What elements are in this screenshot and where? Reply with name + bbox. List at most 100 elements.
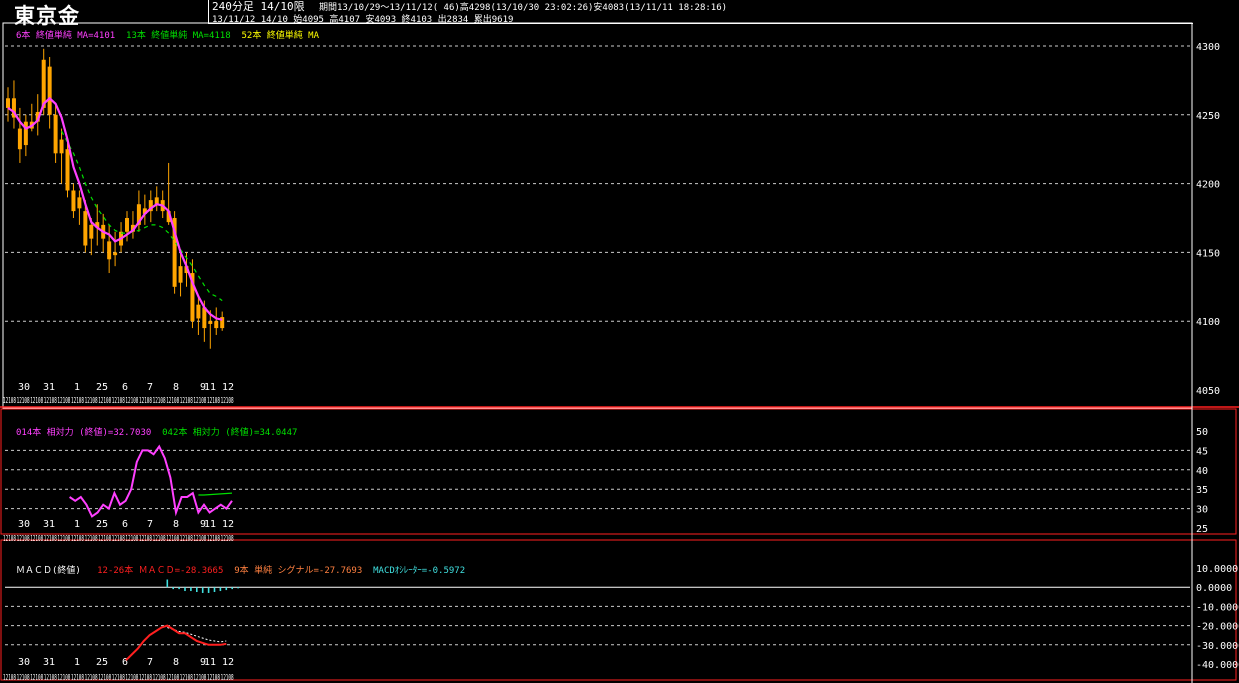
candle-body bbox=[83, 211, 88, 246]
rsi-date-stamp: 12108 bbox=[17, 534, 30, 543]
rsi14-line bbox=[69, 444, 233, 518]
macd-date-stamp: 12108 bbox=[139, 673, 152, 682]
price-date-stamp: 12108 bbox=[3, 396, 16, 405]
rsi-day-label: 7 bbox=[147, 519, 153, 530]
candle-body bbox=[17, 128, 22, 150]
price-date-stamp: 12108 bbox=[125, 396, 138, 405]
price-date-stamp: 12108 bbox=[71, 396, 84, 405]
macd-day-label: 1 bbox=[74, 657, 80, 668]
price-date-stamp: 12108 bbox=[180, 396, 193, 405]
rsi-date-stamp: 12108 bbox=[57, 534, 70, 543]
price-plot-frame bbox=[2, 22, 1193, 409]
price-day-label: 30 bbox=[18, 382, 30, 393]
price-y-tick: 4200 bbox=[1196, 180, 1220, 191]
rsi-y-tick: 35 bbox=[1196, 485, 1208, 496]
candle-body bbox=[65, 149, 70, 191]
rsi-day-label: 30 bbox=[18, 519, 30, 530]
price-date-stamp: 12108 bbox=[44, 396, 57, 405]
candle-body bbox=[208, 321, 213, 324]
price-date-stamp: 12108 bbox=[17, 396, 30, 405]
rsi-date-stamp: 12108 bbox=[193, 534, 206, 543]
rsi-date-stamp: 12108 bbox=[180, 534, 193, 543]
macd-date-stamp: 12108 bbox=[71, 673, 84, 682]
macd-day-label: 7 bbox=[147, 657, 153, 668]
price-day-label: 12 bbox=[222, 382, 234, 393]
candle-body bbox=[53, 114, 58, 154]
rsi-date-stamp: 12108 bbox=[112, 534, 125, 543]
rsi-date-stamp: 12108 bbox=[85, 534, 98, 543]
macd-day-label: 31 bbox=[43, 657, 55, 668]
macd-y-tick: -20.0000 bbox=[1196, 622, 1239, 633]
candle-body bbox=[71, 190, 76, 212]
candle-body bbox=[214, 321, 219, 329]
rsi-y-tick: 50 bbox=[1196, 427, 1208, 438]
price-date-stamp: 12108 bbox=[207, 396, 220, 405]
rsi-date-stamp: 12108 bbox=[139, 534, 152, 543]
rsi42-line bbox=[198, 492, 233, 496]
macd-date-stamp: 12108 bbox=[180, 673, 193, 682]
candle-body bbox=[47, 66, 52, 115]
rsi-panel-frame bbox=[0, 408, 1237, 535]
macd-date-stamp: 12108 bbox=[17, 673, 30, 682]
macd-y-tick: 0.0000 bbox=[1196, 583, 1232, 594]
macd-date-stamp: 12108 bbox=[153, 673, 166, 682]
price-day-label: 1 bbox=[74, 382, 80, 393]
rsi-date-stamp: 12108 bbox=[125, 534, 138, 543]
macd-day-label: 30 bbox=[18, 657, 30, 668]
macd-y-tick: -10.0000 bbox=[1196, 602, 1239, 613]
candle-body bbox=[178, 266, 183, 283]
rsi-day-label: 31 bbox=[43, 519, 55, 530]
macd-day-label: 8 bbox=[173, 657, 179, 668]
rsi-date-stamp: 12108 bbox=[166, 534, 179, 543]
candle-body bbox=[6, 98, 10, 108]
macd-date-stamp: 12108 bbox=[207, 673, 220, 682]
rsi-day-label: 25 bbox=[96, 519, 108, 530]
rsi-date-stamp: 12108 bbox=[207, 534, 220, 543]
rsi-date-stamp: 12108 bbox=[71, 534, 84, 543]
macd-date-stamp: 12108 bbox=[125, 673, 138, 682]
price-y-tick: 4100 bbox=[1196, 317, 1220, 328]
price-date-stamp: 12108 bbox=[85, 396, 98, 405]
rsi-date-stamp: 12108 bbox=[3, 534, 16, 543]
macd-date-stamp: 12108 bbox=[30, 673, 43, 682]
price-date-stamp: 12108 bbox=[193, 396, 206, 405]
candle-body bbox=[89, 224, 94, 239]
rsi-date-stamp: 12108 bbox=[153, 534, 166, 543]
macd-line bbox=[125, 624, 227, 661]
candle-body bbox=[113, 252, 118, 256]
rsi-date-stamp: 12108 bbox=[221, 534, 234, 543]
macd-date-stamp: 12108 bbox=[44, 673, 57, 682]
rsi-day-label: 6 bbox=[122, 519, 128, 530]
price-day-label: 31 bbox=[43, 382, 55, 393]
candle-body bbox=[196, 304, 201, 319]
price-day-label: 8 bbox=[173, 382, 179, 393]
rsi-date-stamp: 12108 bbox=[98, 534, 111, 543]
price-y-tick: 4300 bbox=[1196, 42, 1220, 53]
rsi-day-label: 1 bbox=[74, 519, 80, 530]
candle-body bbox=[41, 59, 46, 108]
price-y-tick: 4250 bbox=[1196, 111, 1220, 122]
macd-date-stamp: 12108 bbox=[166, 673, 179, 682]
price-date-stamp: 12108 bbox=[153, 396, 166, 405]
rsi-date-stamp: 12108 bbox=[30, 534, 43, 543]
macd-date-stamp: 12108 bbox=[3, 673, 16, 682]
macd-day-label: 25 bbox=[96, 657, 108, 668]
macd-date-stamp: 12108 bbox=[112, 673, 125, 682]
macd-day-label: 12 bbox=[222, 657, 234, 668]
rsi-day-label: 12 bbox=[222, 519, 234, 530]
price-day-label: 6 bbox=[122, 382, 128, 393]
price-date-stamp: 12108 bbox=[57, 396, 70, 405]
candle-body bbox=[77, 197, 82, 209]
macd-date-stamp: 12108 bbox=[85, 673, 98, 682]
candle-body bbox=[23, 121, 28, 146]
macd-date-stamp: 12108 bbox=[98, 673, 111, 682]
macd-date-stamp: 12108 bbox=[193, 673, 206, 682]
rsi-y-tick: 30 bbox=[1196, 505, 1208, 516]
macd-day-label: 11 bbox=[204, 657, 216, 668]
rsi-y-tick: 40 bbox=[1196, 466, 1208, 477]
macd-date-stamp: 12108 bbox=[221, 673, 234, 682]
rsi-day-label: 11 bbox=[204, 519, 216, 530]
price-date-stamp: 12108 bbox=[139, 396, 152, 405]
ma6-line bbox=[7, 96, 223, 321]
candle-body bbox=[107, 241, 112, 260]
